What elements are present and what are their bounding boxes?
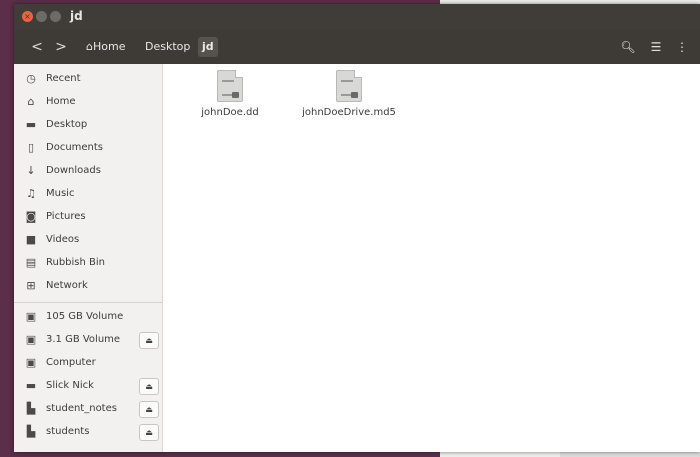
file-name: johnDoe.dd (201, 107, 259, 118)
file-item[interactable]: johnDoeDrive.md5 (294, 70, 404, 130)
chevron-right-icon: > (55, 39, 67, 55)
drive-icon: ▣ (25, 310, 37, 323)
sidebar-item-recent[interactable]: ◷ Recent (14, 68, 162, 90)
sidebar-item-students[interactable]: ▙ students ⏏ (14, 421, 162, 443)
sidebar-item-105gb-volume[interactable]: ▣ 105 GB Volume (14, 306, 162, 328)
maximize-icon[interactable] (50, 11, 61, 22)
eject-icon[interactable]: ⏏ (139, 378, 159, 395)
folder-icon: ▬ (25, 118, 37, 131)
forward-button[interactable]: > (50, 36, 72, 58)
window-title: jd (70, 9, 83, 23)
sidebar-item-videos[interactable]: ■ Videos (14, 229, 162, 251)
file-view[interactable]: johnDoe.dd johnDoeDrive.md5 (163, 64, 700, 452)
sidebar-item-computer[interactable]: ▣ Computer (14, 352, 162, 374)
search-icon[interactable]: 🔍︎ (618, 38, 638, 56)
title-bar: × jd (14, 4, 700, 30)
close-icon[interactable]: × (22, 11, 33, 22)
network-icon: ⊞ (26, 279, 36, 292)
camera-icon: ◙ (25, 210, 37, 223)
sidebar-item-documents[interactable]: ▯ Documents (14, 137, 162, 159)
sidebar-item-downloads[interactable]: ↓ Downloads (14, 160, 162, 182)
document-icon: ▯ (27, 141, 35, 154)
video-icon: ■ (25, 233, 37, 246)
menu-icon[interactable]: ⋮ (672, 38, 692, 56)
network-drive-icon: ▙ (26, 402, 36, 415)
lock-icon (232, 92, 239, 98)
drive-icon: ▣ (25, 356, 37, 369)
sidebar: ◷ Recent ⌂ Home ▬ Desktop ▯ Documents ↓ … (14, 64, 163, 452)
file-icon (336, 70, 362, 102)
clock-icon: ◷ (26, 72, 36, 85)
eject-icon[interactable]: ⏏ (139, 401, 159, 418)
drive-icon: ▣ (25, 333, 37, 346)
file-item[interactable]: johnDoe.dd (175, 70, 285, 130)
network-drive-icon: ▙ (26, 425, 36, 438)
breadcrumb-jd[interactable]: jd (198, 37, 218, 57)
sidebar-item-3gb-volume[interactable]: ▣ 3.1 GB Volume ⏏ (14, 329, 162, 351)
breadcrumb-home[interactable]: ⌂Home (82, 37, 129, 57)
download-icon: ↓ (26, 164, 36, 177)
sidebar-item-music[interactable]: ♫ Music (14, 183, 162, 205)
home-icon: ⌂ (27, 95, 35, 108)
chevron-left-icon: < (31, 39, 43, 55)
toolbar: < > ⌂Home Desktop jd 🔍︎ ☰ ⋮ (14, 30, 700, 64)
eject-icon[interactable]: ⏏ (139, 424, 159, 441)
sidebar-item-rubbish-bin[interactable]: ▤ Rubbish Bin (14, 252, 162, 274)
sidebar-item-home[interactable]: ⌂ Home (14, 91, 162, 113)
home-icon: ⌂ (86, 40, 93, 53)
file-manager-window: × jd < > ⌂Home Desktop jd 🔍︎ ☰ ⋮ ◷ Recen… (14, 4, 700, 452)
back-button[interactable]: < (26, 36, 48, 58)
minimize-icon[interactable] (36, 11, 47, 22)
sidebar-item-student-notes[interactable]: ▙ student_notes ⏏ (14, 398, 162, 420)
sidebar-separator (14, 302, 162, 303)
lock-icon (351, 92, 358, 98)
file-icon (217, 70, 243, 102)
sidebar-item-network[interactable]: ⊞ Network (14, 275, 162, 297)
sidebar-item-slick-nick[interactable]: ▬ Slick Nick ⏏ (14, 375, 162, 397)
file-name: johnDoeDrive.md5 (302, 107, 396, 118)
sidebar-item-pictures[interactable]: ◙ Pictures (14, 206, 162, 228)
sidebar-item-desktop[interactable]: ▬ Desktop (14, 114, 162, 136)
breadcrumb-desktop[interactable]: Desktop (141, 37, 194, 57)
usb-drive-icon: ▬ (25, 379, 37, 392)
trash-icon: ▤ (25, 256, 37, 269)
list-view-icon[interactable]: ☰ (646, 38, 666, 56)
eject-icon[interactable]: ⏏ (139, 332, 159, 349)
music-icon: ♫ (26, 187, 36, 200)
